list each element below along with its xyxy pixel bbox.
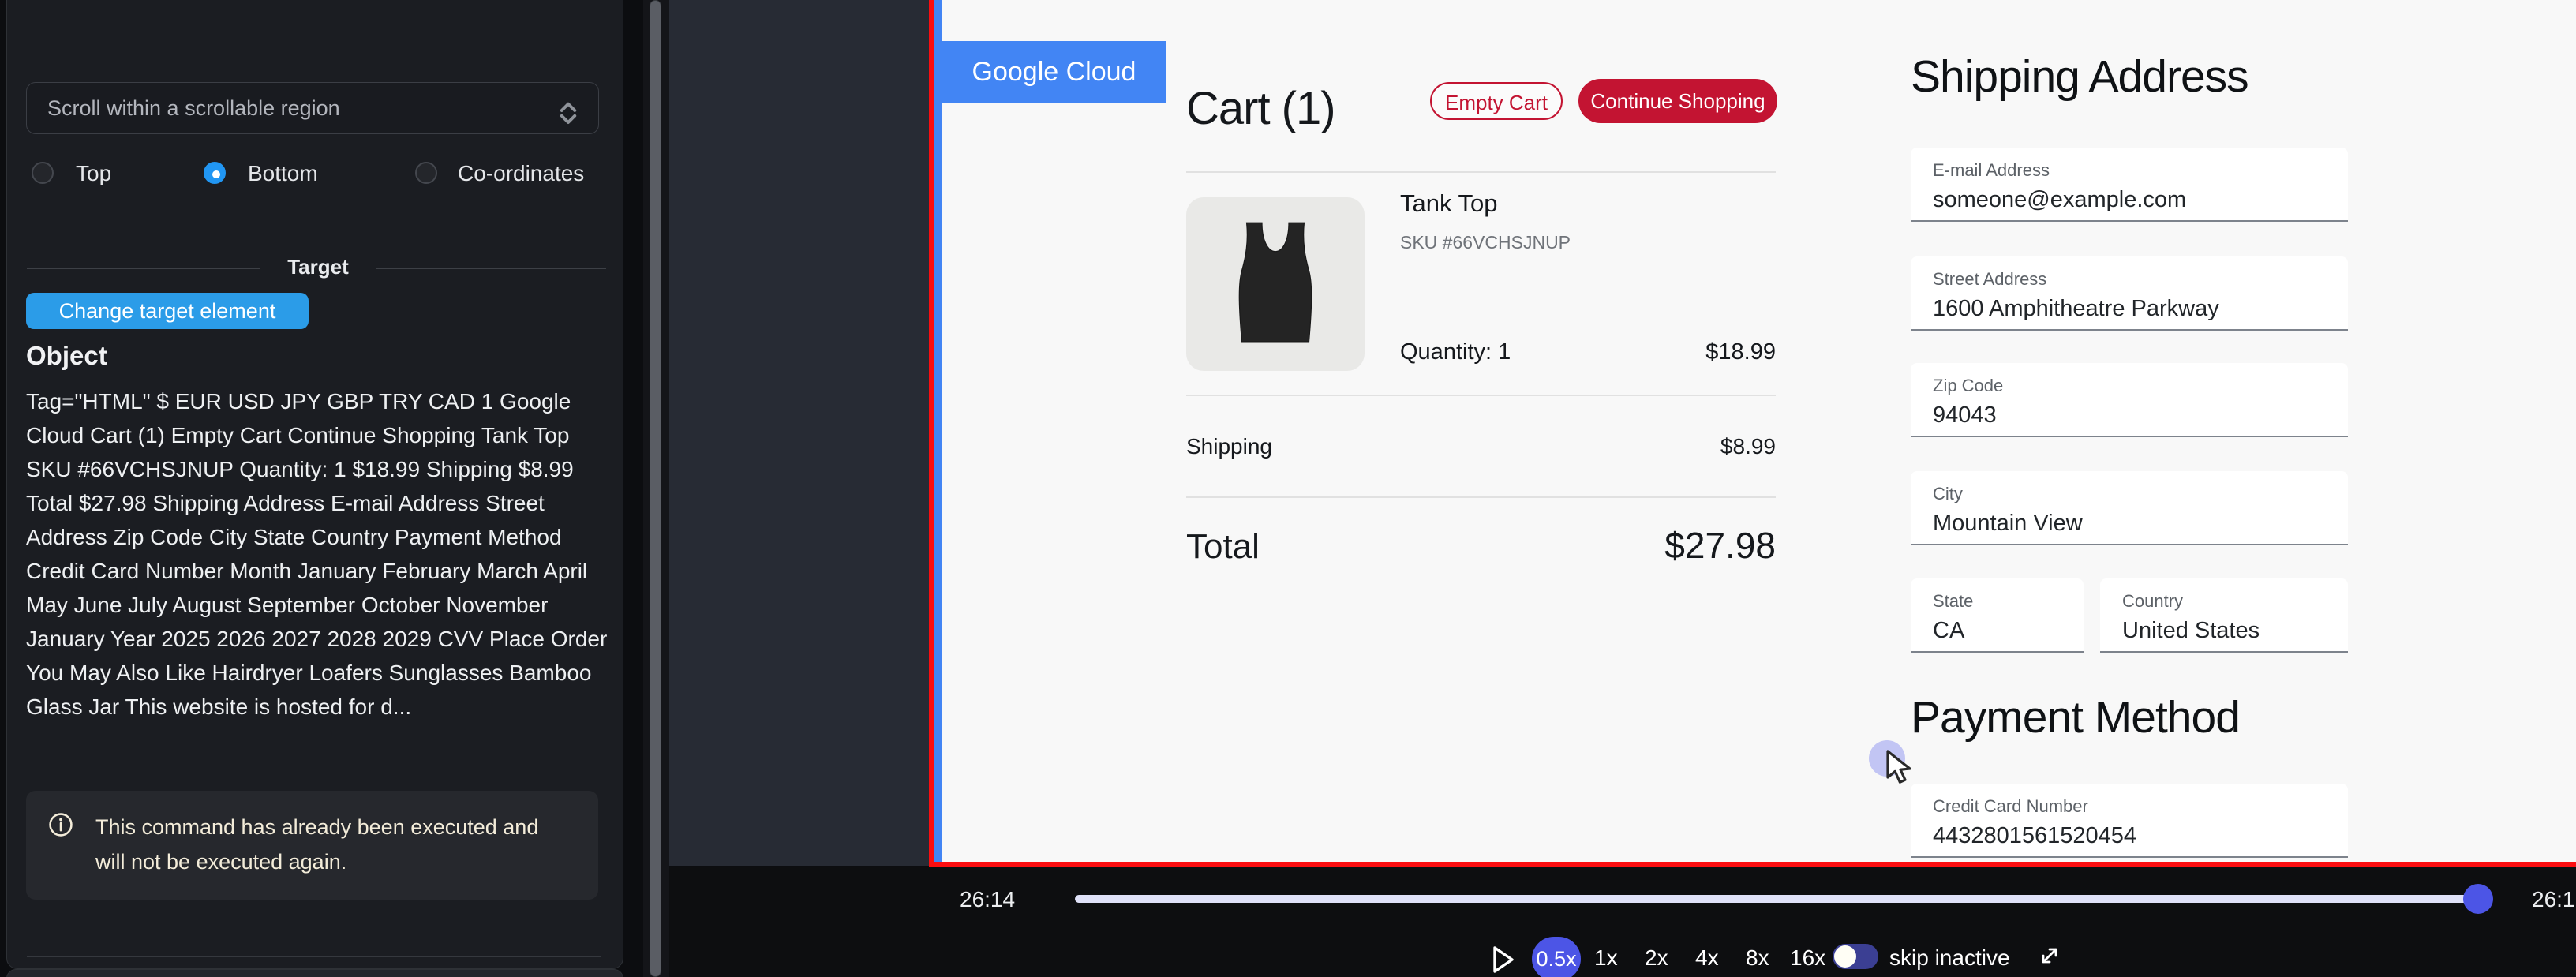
zip-field-label: Zip Code: [1933, 376, 2348, 396]
timeline-track[interactable]: [1075, 895, 2469, 903]
object-text: Tag="HTML" $ EUR USD JPY GBP TRY CAD 1 G…: [26, 384, 608, 724]
credit-card-field-value: 4432801561520454: [1933, 823, 2348, 849]
play-icon[interactable]: [1492, 945, 1515, 977]
radio-bottom[interactable]: [204, 162, 226, 184]
cart-divider-1: [1186, 171, 1776, 173]
state-field-label: State: [1933, 591, 2084, 612]
app-window: Scroll within a scrollable region Top Bo…: [0, 0, 2576, 977]
email-field-label: E-mail Address: [1933, 160, 2348, 181]
notice-text: This command has already been executed a…: [95, 810, 561, 879]
site-logo[interactable]: Google Cloud: [942, 41, 1166, 103]
zip-field[interactable]: Zip Code 94043: [1911, 363, 2348, 437]
sidebar-next-section-edge: [6, 969, 623, 977]
radio-coordinates-label[interactable]: Co-ordinates: [458, 162, 584, 185]
street-field-label: Street Address: [1933, 269, 2348, 290]
empty-cart-button[interactable]: Empty Cart: [1430, 82, 1563, 120]
cart-item-quantity: Quantity: 1: [1400, 339, 1511, 365]
email-field[interactable]: E-mail Address someone@example.com: [1911, 148, 2348, 222]
payment-method-heading: Payment Method: [1911, 691, 2240, 743]
sidebar-scrollbar-thumb[interactable]: [650, 0, 661, 977]
target-divider-left: [27, 268, 260, 269]
total-row-price: $27.98: [1539, 524, 1776, 567]
cart-divider-2: [1186, 395, 1776, 396]
street-field-value: 1600 Amphitheatre Parkway: [1933, 296, 2348, 322]
radio-bottom-label[interactable]: Bottom: [248, 162, 318, 185]
target-section-label: Target: [268, 255, 368, 279]
sidebar-divider: [27, 956, 601, 957]
street-field[interactable]: Street Address 1600 Amphitheatre Parkway: [1911, 256, 2348, 331]
end-time: 26:1: [2532, 887, 2576, 912]
radio-coordinates[interactable]: [415, 162, 437, 184]
target-divider-right: [376, 268, 606, 269]
change-target-button[interactable]: Change target element: [26, 293, 309, 329]
cart-title: Cart (1): [1186, 82, 1335, 135]
skip-inactive-toggle[interactable]: [1833, 944, 1878, 969]
current-time: 26:14: [960, 887, 1015, 912]
speed-0-5x-button[interactable]: 0.5x: [1532, 937, 1581, 977]
city-field[interactable]: City Mountain View: [1911, 471, 2348, 545]
shipping-row-label: Shipping: [1186, 434, 1272, 459]
speed-2x-button[interactable]: 2x: [1645, 945, 1668, 971]
country-field[interactable]: Country United States: [2100, 578, 2348, 653]
state-field-value: CA: [1933, 618, 2084, 644]
state-field[interactable]: State CA: [1911, 578, 2084, 653]
player-bar: [669, 867, 2576, 977]
action-type-selected-value: Scroll within a scrollable region: [47, 96, 340, 120]
toggle-knob: [1834, 945, 1856, 968]
credit-card-field-label: Credit Card Number: [1933, 796, 2348, 817]
email-field-value: someone@example.com: [1933, 187, 2348, 213]
city-field-value: Mountain View: [1933, 511, 2348, 537]
product-image: [1186, 197, 1365, 371]
speed-4x-button[interactable]: 4x: [1695, 945, 1719, 971]
total-row-label: Total: [1186, 527, 1260, 567]
tank-top-image: [1212, 217, 1339, 351]
skip-inactive-label: skip inactive: [1889, 945, 2010, 971]
action-type-select[interactable]: Scroll within a scrollable region: [26, 82, 599, 134]
info-icon: [47, 811, 74, 842]
speed-16x-button[interactable]: 16x: [1790, 945, 1825, 971]
cart-item-price: $18.99: [1578, 339, 1776, 365]
zip-field-value: 94043: [1933, 402, 2348, 429]
object-heading: Object: [26, 341, 107, 371]
cart-item-name: Tank Top: [1400, 189, 1498, 218]
fullscreen-expand-icon[interactable]: [2035, 941, 2065, 975]
credit-card-field[interactable]: Credit Card Number 4432801561520454: [1911, 784, 2348, 858]
continue-shopping-button[interactable]: Continue Shopping: [1578, 79, 1777, 123]
country-field-label: Country: [2122, 591, 2348, 612]
country-field-value: United States: [2122, 618, 2348, 644]
chevron-up-down-icon: [554, 95, 582, 145]
cart-item-sku: SKU #66VCHSJNUP: [1400, 232, 1571, 253]
shipping-address-heading: Shipping Address: [1911, 51, 2248, 103]
timeline-scrubber-handle[interactable]: [2463, 884, 2493, 914]
notice-box: This command has already been executed a…: [26, 791, 598, 900]
speed-1x-button[interactable]: 1x: [1594, 945, 1618, 971]
radio-top-label[interactable]: Top: [76, 162, 111, 185]
speed-8x-button[interactable]: 8x: [1746, 945, 1769, 971]
target-highlight-border-left: [929, 0, 934, 866]
radio-top[interactable]: [32, 162, 54, 184]
shipping-row-price: $8.99: [1578, 434, 1776, 459]
page-left-accent-bar: [934, 0, 942, 862]
city-field-label: City: [1933, 484, 2348, 504]
cart-divider-3: [1186, 496, 1776, 498]
